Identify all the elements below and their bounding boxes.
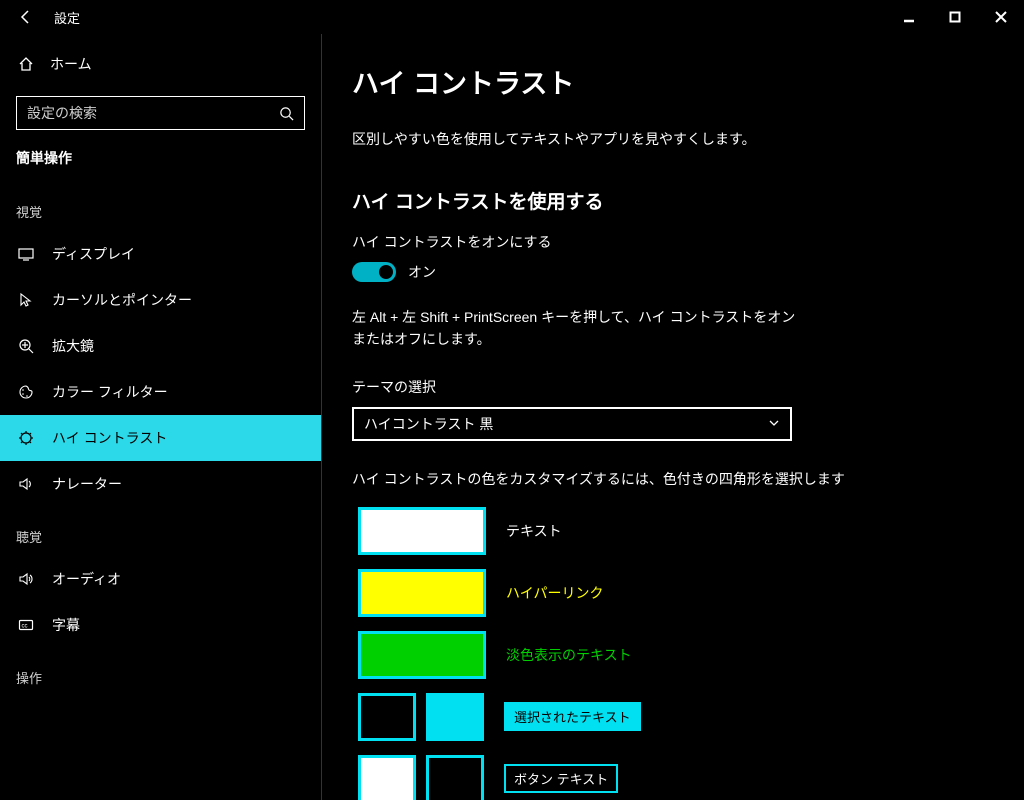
sidebar-item-label: ナレーター	[52, 474, 122, 494]
minimize-button[interactable]	[886, 0, 932, 34]
narrator-icon	[16, 476, 36, 492]
magnifier-icon	[16, 338, 36, 354]
customize-hint: ハイ コントラストの色をカスタマイズするには、色付きの四角形を選択します	[352, 469, 994, 489]
sidebar-item-narrator[interactable]: ナレーター	[0, 461, 321, 507]
shortcut-hint: 左 Alt + 左 Shift + PrintScreen キーを押して、ハイ …	[352, 306, 802, 351]
sidebar-item-label: カーソルとポインター	[52, 290, 192, 310]
swatch-hyperlink[interactable]	[358, 569, 486, 617]
close-button[interactable]	[978, 0, 1024, 34]
home-nav[interactable]: ホーム	[0, 44, 321, 84]
toggle-state: オン	[408, 262, 436, 282]
toggle-label: ハイ コントラストをオンにする	[352, 232, 994, 252]
maximize-button[interactable]	[932, 0, 978, 34]
caption-icon: cc	[16, 617, 36, 633]
sidebar-item-label: ハイ コントラスト	[52, 428, 167, 448]
palette-icon	[16, 384, 36, 400]
swatch-text[interactable]	[358, 507, 486, 555]
use-heading: ハイ コントラストを使用する	[352, 187, 994, 214]
main-content: ハイ コントラスト 区別しやすい色を使用してテキストやアプリを見やすくします。 …	[322, 34, 1024, 800]
chevron-down-icon	[768, 416, 780, 432]
window-title: 設定	[54, 8, 80, 27]
sidebar-item-label: ディスプレイ	[52, 244, 135, 264]
sidebar-item-label: 字幕	[52, 615, 80, 635]
swatch-selected-label: 選択されたテキスト	[504, 702, 641, 731]
sidebar-item-caption[interactable]: cc 字幕	[0, 602, 321, 648]
group-title-hearing: 聴覚	[0, 507, 321, 556]
home-label: ホーム	[50, 54, 92, 74]
sidebar-item-label: 拡大鏡	[52, 336, 94, 356]
audio-icon	[16, 571, 36, 587]
page-description: 区別しやすい色を使用してテキストやアプリを見やすくします。	[352, 129, 994, 149]
titlebar: 設定	[0, 0, 1024, 34]
swatch-disabled[interactable]	[358, 631, 486, 679]
theme-label: テーマの選択	[352, 377, 994, 397]
swatch-button-fg[interactable]	[358, 755, 416, 800]
swatch-disabled-label: 淡色表示のテキスト	[506, 645, 632, 665]
swatch-hyperlink-label: ハイパーリンク	[506, 583, 603, 603]
sidebar-item-audio[interactable]: オーディオ	[0, 556, 321, 602]
section-title: 簡単操作	[0, 148, 321, 182]
sidebar-item-display[interactable]: ディスプレイ	[0, 231, 321, 277]
search-icon	[279, 106, 294, 121]
swatch-selected-fg[interactable]	[358, 693, 416, 741]
home-icon	[16, 56, 36, 72]
group-title-vision: 視覚	[0, 182, 321, 231]
cursor-icon	[16, 292, 36, 308]
search-input[interactable]	[16, 96, 305, 130]
theme-value: ハイコントラスト 黒	[364, 414, 768, 434]
sidebar-item-high-contrast[interactable]: ハイ コントラスト	[0, 415, 321, 461]
search-field[interactable]	[27, 105, 279, 121]
back-button[interactable]	[14, 5, 38, 29]
swatch-selected-bg[interactable]	[426, 693, 484, 741]
sidebar-item-cursor[interactable]: カーソルとポインター	[0, 277, 321, 323]
swatch-button-bg[interactable]	[426, 755, 484, 800]
swatch-button-label: ボタン テキスト	[504, 764, 618, 793]
swatch-text-label: テキスト	[506, 521, 562, 541]
page-title: ハイ コントラスト	[352, 62, 994, 101]
group-title-interaction: 操作	[0, 648, 321, 697]
high-contrast-toggle[interactable]	[352, 262, 396, 282]
display-icon	[16, 246, 36, 262]
sidebar-item-magnifier[interactable]: 拡大鏡	[0, 323, 321, 369]
contrast-icon	[16, 430, 36, 446]
svg-text:cc: cc	[22, 624, 28, 630]
sidebar-item-color-filter[interactable]: カラー フィルター	[0, 369, 321, 415]
sidebar: ホーム 簡単操作 視覚 ディスプレイ カーソ	[0, 34, 322, 800]
theme-dropdown[interactable]: ハイコントラスト 黒	[352, 407, 792, 441]
sidebar-item-label: カラー フィルター	[52, 382, 168, 402]
sidebar-item-label: オーディオ	[52, 569, 121, 589]
